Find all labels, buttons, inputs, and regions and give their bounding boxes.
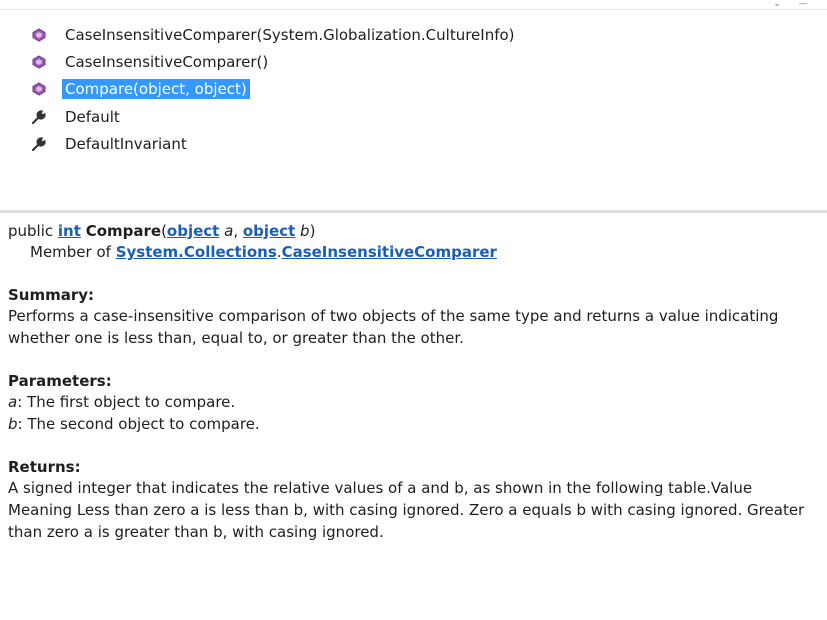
close-paren: ) [309, 222, 316, 240]
member-label: DefaultInvariant [65, 135, 187, 153]
wrench-icon [30, 135, 48, 153]
class-link[interactable]: CaseInsensitiveComparer [282, 243, 497, 261]
member-label: CaseInsensitiveComparer(System.Globaliza… [65, 26, 515, 44]
param1-name: a [219, 222, 234, 240]
list-item-member-selected[interactable]: Compare(object, object) [30, 78, 250, 100]
method-signature: public int Compare(object a, object b) [8, 221, 827, 241]
returns-title: Returns: [8, 458, 81, 476]
returns-text: A signed integer that indicates the rela… [8, 479, 805, 541]
member-label: CaseInsensitiveComparer() [65, 53, 269, 71]
method-icon [30, 80, 48, 98]
parameter-desc: : The first object to compare. [17, 393, 236, 411]
member-label: Default [65, 108, 120, 126]
wrench-icon [30, 108, 48, 126]
summary-title: Summary: [8, 286, 95, 304]
parameter-item: b: The second object to compare. [8, 413, 827, 435]
chevron-down-icon[interactable]: ⌄ [770, 0, 784, 10]
param2-name: b [295, 222, 310, 240]
quick-info-tooltip: public int Compare(object a, object b) M… [0, 213, 827, 620]
top-strip: ⌄ — [0, 0, 827, 10]
summary-text: Performs a case-insensitive comparison o… [8, 307, 779, 347]
list-item-member[interactable]: DefaultInvariant [30, 133, 190, 155]
namespace-link[interactable]: System.Collections [116, 243, 277, 261]
parameters-title: Parameters: [8, 372, 112, 390]
method-icon [30, 53, 48, 71]
list-item-member[interactable]: CaseInsensitiveComparer(System.Globaliza… [30, 24, 518, 46]
signature-modifier: public [8, 222, 58, 240]
parameter-item: a: The first object to compare. [8, 391, 827, 413]
list-item-member[interactable]: CaseInsensitiveComparer() [30, 51, 271, 73]
member-of-prefix: Member of [30, 243, 116, 261]
comma: , [233, 222, 243, 240]
method-name: Compare [85, 222, 162, 240]
member-of-line: Member of System.Collections.CaseInsensi… [8, 241, 827, 263]
param2-type-link[interactable]: object [243, 222, 295, 240]
list-item-member[interactable]: Default [30, 106, 123, 128]
param1-type-link[interactable]: object [167, 222, 219, 240]
parameter-name: a [8, 393, 18, 411]
member-label: Compare(object, object) [62, 79, 250, 99]
scroll-end-icon[interactable]: — [796, 0, 810, 10]
return-type-link[interactable]: int [58, 222, 81, 240]
method-icon [30, 26, 48, 44]
intellisense-member-list: CaseInsensitiveComparer(System.Globaliza… [0, 18, 827, 210]
parameter-desc: : The second object to compare. [17, 415, 260, 433]
parameter-name: b [8, 415, 18, 433]
